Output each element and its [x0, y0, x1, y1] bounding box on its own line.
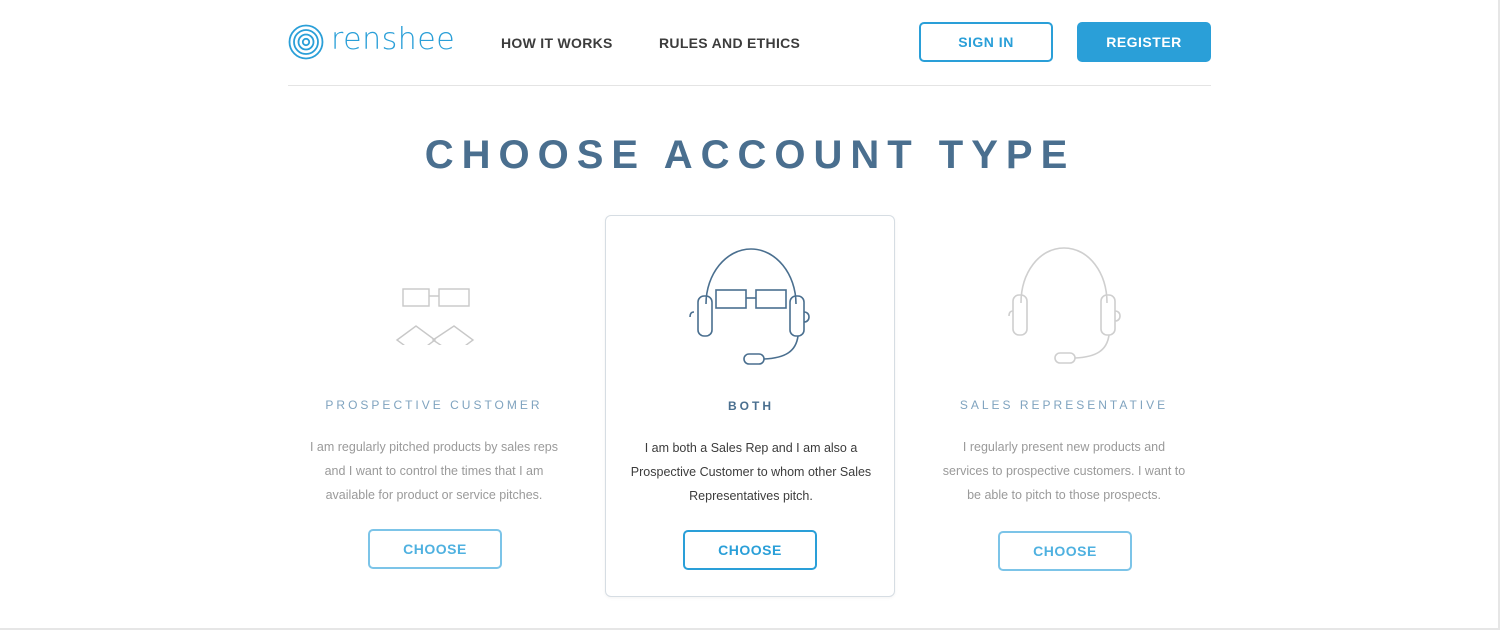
logo[interactable]: renshee	[288, 22, 455, 62]
account-type-label: PROSPECTIVE CUSTOMER	[325, 398, 543, 412]
account-card-prospective-customer: PROSPECTIVE CUSTOMER I am regularly pitc…	[289, 215, 579, 597]
account-type-description: I am both a Sales Rep and I am also a Pr…	[630, 441, 872, 503]
logo-wordmark: renshee	[331, 22, 456, 57]
nav-rules-and-ethics[interactable]: RULES AND ETHICS	[659, 34, 800, 52]
nav-how-it-works[interactable]: HOW IT WORKS	[501, 34, 613, 52]
choose-both-button[interactable]: CHOOSE	[683, 530, 817, 570]
headset-glasses-icon	[689, 248, 810, 365]
choose-sales-representative-button[interactable]: CHOOSE	[998, 531, 1132, 571]
account-card-both[interactable]: BOTH I am both a Sales Rep and I am also…	[605, 215, 895, 597]
page-title: CHOOSE ACCOUNT TYPE	[424, 133, 1076, 177]
header-divider	[288, 85, 1211, 86]
sign-in-button[interactable]: SIGN IN	[919, 22, 1053, 62]
account-type-label: BOTH	[728, 399, 774, 413]
choose-prospective-customer-button[interactable]: CHOOSE	[368, 529, 502, 569]
glasses-bowtie-icon	[395, 288, 475, 345]
account-type-description: I regularly present new products and ser…	[942, 440, 1186, 502]
account-type-label: SALES REPRESENTATIVE	[959, 398, 1169, 412]
target-logo-icon	[288, 24, 324, 60]
headset-icon	[1008, 247, 1121, 364]
register-button[interactable]: REGISTER	[1077, 22, 1211, 62]
account-type-description: I am regularly pitched products by sales…	[309, 440, 559, 502]
account-card-sales-representative: SALES REPRESENTATIVE I regularly present…	[919, 215, 1209, 597]
